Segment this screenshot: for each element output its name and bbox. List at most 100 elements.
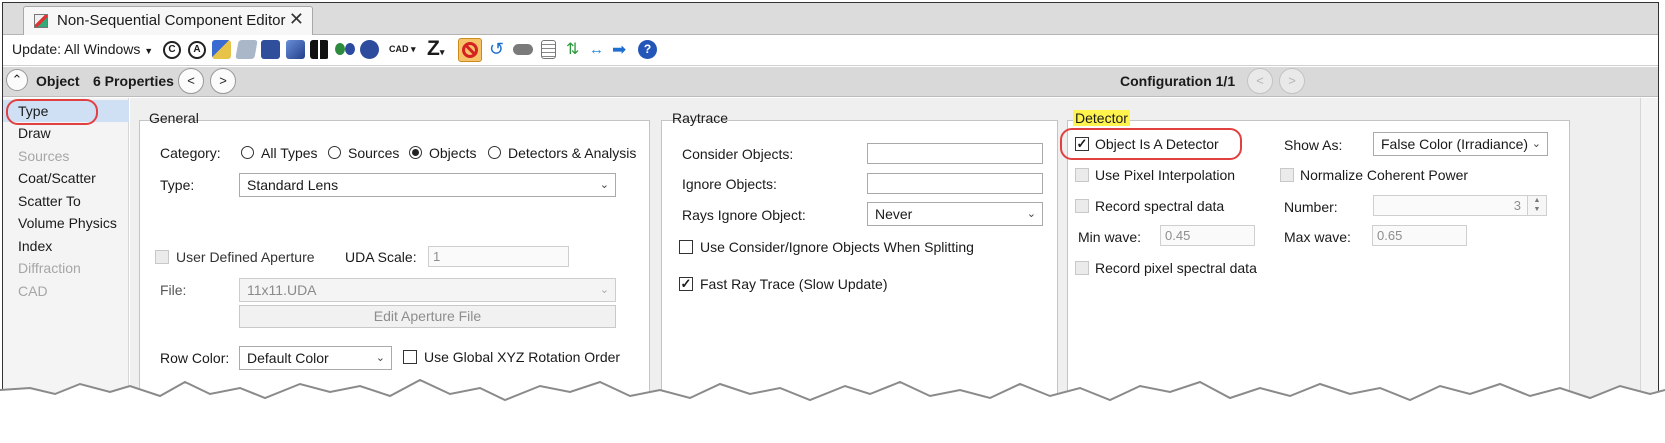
toggle-icon[interactable] — [513, 44, 533, 55]
sidebar-item-cad[interactable]: CAD — [3, 280, 129, 302]
swap-icon[interactable]: ⇅ — [566, 40, 585, 59]
next-config-button[interactable]: > — [1279, 68, 1305, 94]
expand-icon[interactable]: ↔ — [589, 40, 608, 59]
file-label: File: — [160, 282, 187, 298]
annotation-ring-detector — [1060, 128, 1242, 160]
splitting-checkbox[interactable] — [679, 240, 693, 254]
rays-ignore-select[interactable]: Never ⌄ — [867, 202, 1043, 226]
chevron-down-icon: ⌄ — [375, 352, 385, 364]
ignore-objects-label: Ignore Objects: — [682, 176, 777, 192]
category-detectors-label: Detectors & Analysis — [508, 145, 637, 161]
chevron-down-icon: ⌄ — [1531, 138, 1541, 150]
category-sources-label: Sources — [348, 145, 400, 161]
consider-objects-label: Consider Objects: — [682, 146, 794, 162]
update-label: Update: All Windows — [12, 41, 141, 57]
auto-update-icon[interactable]: A — [188, 41, 206, 59]
category-label: Category: — [160, 145, 221, 161]
max-wave-label: Max wave: — [1284, 229, 1351, 245]
ray-dot-icon[interactable] — [335, 43, 345, 55]
sidebar-item-draw[interactable]: Draw — [3, 122, 129, 144]
splitting-label: Use Consider/Ignore Objects When Splitti… — [700, 239, 974, 255]
editor-app-icon — [34, 14, 48, 28]
pixel-interpolation-checkbox[interactable] — [1075, 168, 1089, 182]
sidebar-item-coat-scatter[interactable]: Coat/Scatter — [3, 167, 129, 189]
min-wave-label: Min wave: — [1078, 229, 1142, 245]
chevron-down-icon: ⌄ — [599, 284, 609, 296]
properties-count: 6 Properties — [93, 73, 174, 89]
shaded-model-icon[interactable] — [261, 40, 280, 59]
normalize-coherent-checkbox[interactable] — [1280, 168, 1294, 182]
sidebar-item-volume-physics[interactable]: Volume Physics — [3, 212, 129, 234]
arrow-right-icon[interactable]: ➡ — [612, 40, 631, 59]
general-title: General — [149, 110, 199, 126]
row-color-select[interactable]: Default Color ⌄ — [239, 346, 392, 370]
number-spinner[interactable]: ▲ ▼ — [1527, 195, 1547, 216]
grid-icon[interactable] — [310, 40, 329, 59]
category-detectors-radio[interactable] — [488, 146, 501, 159]
layout-icon[interactable] — [235, 40, 258, 59]
pixel-interpolation-label: Use Pixel Interpolation — [1095, 167, 1236, 183]
sidebar-item-diffraction[interactable]: Diffraction — [3, 257, 129, 279]
torn-edge-decoration — [0, 378, 1665, 443]
uda-scale-label: UDA Scale: — [345, 249, 417, 265]
consider-objects-input[interactable] — [867, 143, 1043, 164]
rays-ignore-label: Rays Ignore Object: — [682, 207, 806, 223]
uda-checkbox[interactable] — [155, 250, 169, 264]
category-all-types-label: All Types — [261, 145, 318, 161]
max-wave-input[interactable]: 0.65 — [1372, 225, 1467, 246]
detector-title: Detector — [1073, 110, 1130, 126]
object-header: ⌃ Object 6 Properties < > Configuration … — [3, 67, 1658, 97]
type-select[interactable]: Standard Lens ⌄ — [239, 173, 616, 197]
document-icon[interactable] — [541, 40, 556, 59]
update-dropdown[interactable]: Update: All Windows ▼ — [12, 41, 153, 57]
chevron-down-icon: ⌄ — [1026, 208, 1036, 220]
next-object-button[interactable]: > — [210, 68, 236, 94]
show-as-label: Show As: — [1284, 137, 1343, 153]
number-input[interactable]: 3 — [1373, 195, 1528, 216]
uda-checkbox-label: User Defined Aperture — [176, 249, 315, 265]
edit-object-icon[interactable] — [212, 40, 231, 59]
show-as-select[interactable]: False Color (Irradiance) ⌄ — [1373, 132, 1548, 156]
tab-strip: Non-Sequential Component Editor ✕ — [3, 3, 1658, 36]
cad-dropdown[interactable]: CAD ▾ — [389, 40, 419, 59]
record-pixel-spectral-checkbox[interactable] — [1075, 261, 1089, 275]
tab-title: Non-Sequential Component Editor — [57, 12, 286, 29]
min-wave-input[interactable]: 0.45 — [1160, 225, 1255, 246]
help-icon[interactable]: ? — [638, 40, 657, 59]
global-xyz-checkbox[interactable] — [403, 350, 417, 364]
category-sources-radio[interactable] — [328, 146, 341, 159]
uda-scale-input[interactable]: 1 — [428, 246, 569, 267]
type-label: Type: — [160, 177, 195, 193]
prev-config-button[interactable]: < — [1247, 68, 1273, 94]
tab-nsc-editor[interactable]: Non-Sequential Component Editor ✕ — [23, 6, 313, 36]
refresh-icon[interactable]: C — [163, 41, 181, 59]
ignore-objects-input[interactable] — [867, 173, 1043, 194]
toolbar: Update: All Windows ▼ C A CAD ▾ Z▾ ↺ ⇅ ↔… — [3, 35, 1658, 66]
solid-model-icon[interactable] — [286, 40, 305, 59]
collapse-button[interactable]: ⌃ — [6, 69, 28, 91]
prev-object-button[interactable]: < — [178, 68, 204, 94]
category-objects-radio[interactable] — [409, 146, 422, 159]
category-all-types-radio[interactable] — [241, 146, 254, 159]
sidebar-item-index[interactable]: Index — [3, 235, 129, 257]
record-spectral-checkbox[interactable] — [1075, 199, 1089, 213]
ignore-errors-icon[interactable] — [458, 38, 482, 62]
object-label: Object — [36, 73, 80, 89]
sidebar-item-scatter-to[interactable]: Scatter To — [3, 190, 129, 212]
fast-raytrace-checkbox[interactable]: ✓ — [679, 277, 693, 291]
fast-raytrace-label: Fast Ray Trace (Slow Update) — [700, 276, 888, 292]
polygon-icon[interactable] — [360, 40, 379, 59]
global-xyz-label: Use Global XYZ Rotation Order — [424, 349, 621, 365]
close-icon[interactable]: ✕ — [289, 9, 304, 30]
edit-aperture-file-button[interactable]: Edit Aperture File — [239, 305, 616, 328]
sidebar-item-sources[interactable]: Sources — [3, 145, 129, 167]
ray-dot-2-icon[interactable] — [345, 43, 355, 55]
file-select[interactable]: 11x11.UDA ⌄ — [239, 278, 616, 302]
record-spectral-label: Record spectral data — [1095, 198, 1225, 214]
z-dropdown[interactable]: Z▾ — [427, 37, 451, 60]
configuration-label: Configuration 1/1 — [1120, 73, 1236, 89]
chevron-down-icon: ▼ — [144, 46, 154, 56]
number-label: Number: — [1284, 199, 1338, 215]
category-objects-label: Objects — [429, 145, 477, 161]
undo-icon[interactable]: ↺ — [489, 40, 508, 59]
